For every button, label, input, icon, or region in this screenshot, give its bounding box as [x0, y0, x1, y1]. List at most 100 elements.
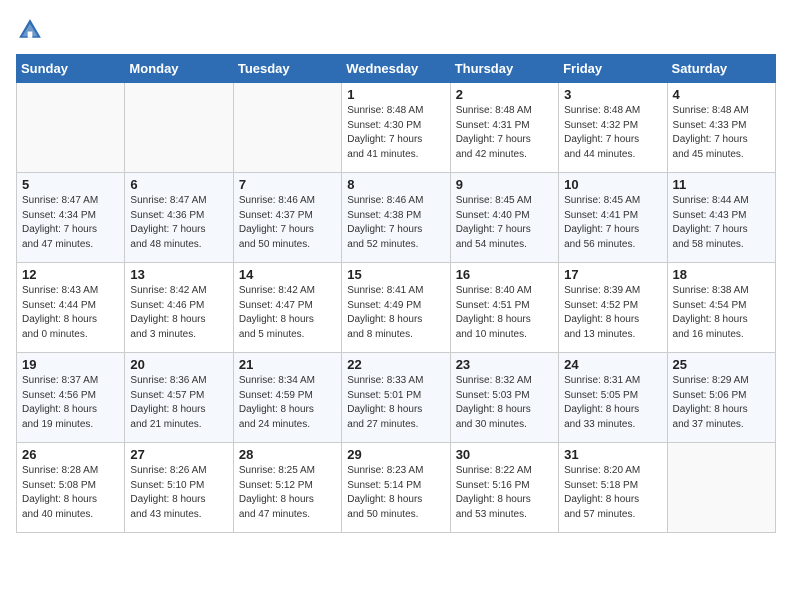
calendar-cell: 30Sunrise: 8:22 AM Sunset: 5:16 PM Dayli…: [450, 443, 558, 533]
day-number: 21: [239, 357, 336, 372]
day-info: Sunrise: 8:38 AM Sunset: 4:54 PM Dayligh…: [673, 284, 770, 342]
logo: [16, 16, 46, 44]
day-number: 18: [673, 267, 770, 282]
calendar-cell: 7 Sunrise: 8:46 AM Sunset: 4:37 PM Daylig…: [233, 173, 341, 263]
day-info: Sunrise: 8:29 AM Sunset: 5:06 PM Dayligh…: [673, 374, 770, 432]
calendar-cell: 10 Sunrise: 8:45 AM Sunset: 4:41 PM Dayli…: [559, 173, 667, 263]
day-number: 24: [564, 357, 661, 372]
calendar-cell: 27 Sunrise: 8:26 AM Sunset: 5:10 PM Dayli…: [125, 443, 233, 533]
day-number: 31: [564, 447, 661, 462]
day-number: 8: [347, 177, 444, 192]
calendar-table: SundayMondayTuesdayWednesdayThursdayFrid…: [16, 54, 776, 533]
day-info: Sunrise: 8:31 AM Sunset: 5:05 PM Dayligh…: [564, 374, 661, 432]
day-info: Sunrise: 8:20 AM Sunset: 5:18 PM Dayligh…: [564, 464, 661, 522]
day-info: Sunrise: 8:46 AM Sunset: 4:38 PM Dayligh…: [347, 194, 444, 252]
calendar-cell: 22Sunrise: 8:33 AM Sunset: 5:01 PM Dayli…: [342, 353, 450, 443]
calendar-cell: [233, 83, 341, 173]
day-number: 7: [239, 177, 336, 192]
calendar-cell: 20 Sunrise: 8:36 AM Sunset: 4:57 PM Dayli…: [125, 353, 233, 443]
day-info: Sunrise: 8:48 AM Sunset: 4:31 PM Dayligh…: [456, 104, 553, 162]
day-number: 29: [347, 447, 444, 462]
day-number: 13: [130, 267, 227, 282]
calendar-cell: 24 Sunrise: 8:31 AM Sunset: 5:05 PM Dayli…: [559, 353, 667, 443]
day-info: Sunrise: 8:46 AM Sunset: 4:37 PM Dayligh…: [239, 194, 336, 252]
day-info: Sunrise: 8:48 AM Sunset: 4:32 PM Dayligh…: [564, 104, 661, 162]
calendar-cell: 17 Sunrise: 8:39 AM Sunset: 4:52 PM Dayli…: [559, 263, 667, 353]
day-number: 22: [347, 357, 444, 372]
day-number: 5: [22, 177, 119, 192]
calendar-cell: 8 Sunrise: 8:46 AM Sunset: 4:38 PM Daylig…: [342, 173, 450, 263]
day-info: Sunrise: 8:43 AM Sunset: 4:44 PM Dayligh…: [22, 284, 119, 342]
calendar-cell: 11Sunrise: 8:44 AM Sunset: 4:43 PM Dayli…: [667, 173, 775, 263]
day-number: 16: [456, 267, 553, 282]
day-info: Sunrise: 8:48 AM Sunset: 4:33 PM Dayligh…: [673, 104, 770, 162]
calendar-cell: [17, 83, 125, 173]
day-info: Sunrise: 8:40 AM Sunset: 4:51 PM Dayligh…: [456, 284, 553, 342]
day-number: 11: [673, 177, 770, 192]
calendar-cell: 15 Sunrise: 8:41 AM Sunset: 4:49 PM Dayli…: [342, 263, 450, 353]
calendar-cell: 18 Sunrise: 8:38 AM Sunset: 4:54 PM Dayli…: [667, 263, 775, 353]
calendar-cell: 21 Sunrise: 8:34 AM Sunset: 4:59 PM Dayli…: [233, 353, 341, 443]
day-header-wednesday: Wednesday: [342, 55, 450, 83]
day-number: 9: [456, 177, 553, 192]
day-number: 14: [239, 267, 336, 282]
day-info: Sunrise: 8:25 AM Sunset: 5:12 PM Dayligh…: [239, 464, 336, 522]
calendar-cell: 5 Sunrise: 8:47 AM Sunset: 4:34 PM Daylig…: [17, 173, 125, 263]
calendar-header: SundayMondayTuesdayWednesdayThursdayFrid…: [17, 55, 776, 83]
day-number: 10: [564, 177, 661, 192]
day-info: Sunrise: 8:48 AM Sunset: 4:30 PM Dayligh…: [347, 104, 444, 162]
day-number: 30: [456, 447, 553, 462]
day-info: Sunrise: 8:32 AM Sunset: 5:03 PM Dayligh…: [456, 374, 553, 432]
calendar-cell: [667, 443, 775, 533]
day-header-friday: Friday: [559, 55, 667, 83]
calendar-cell: 31 Sunrise: 8:20 AM Sunset: 5:18 PM Dayli…: [559, 443, 667, 533]
calendar-cell: 26 Sunrise: 8:28 AM Sunset: 5:08 PM Dayli…: [17, 443, 125, 533]
day-number: 20: [130, 357, 227, 372]
day-info: Sunrise: 8:41 AM Sunset: 4:49 PM Dayligh…: [347, 284, 444, 342]
calendar-cell: 28Sunrise: 8:25 AM Sunset: 5:12 PM Dayli…: [233, 443, 341, 533]
calendar-cell: 25 Sunrise: 8:29 AM Sunset: 5:06 PM Dayli…: [667, 353, 775, 443]
calendar-cell: 14Sunrise: 8:42 AM Sunset: 4:47 PM Dayli…: [233, 263, 341, 353]
day-header-sunday: Sunday: [17, 55, 125, 83]
calendar-cell: 23 Sunrise: 8:32 AM Sunset: 5:03 PM Dayli…: [450, 353, 558, 443]
day-info: Sunrise: 8:36 AM Sunset: 4:57 PM Dayligh…: [130, 374, 227, 432]
day-number: 23: [456, 357, 553, 372]
calendar-cell: 13Sunrise: 8:42 AM Sunset: 4:46 PM Dayli…: [125, 263, 233, 353]
day-number: 25: [673, 357, 770, 372]
day-info: Sunrise: 8:34 AM Sunset: 4:59 PM Dayligh…: [239, 374, 336, 432]
page-header: [16, 16, 776, 44]
calendar-cell: 29 Sunrise: 8:23 AM Sunset: 5:14 PM Dayli…: [342, 443, 450, 533]
calendar-cell: 6 Sunrise: 8:47 AM Sunset: 4:36 PM Daylig…: [125, 173, 233, 263]
day-header-thursday: Thursday: [450, 55, 558, 83]
day-number: 6: [130, 177, 227, 192]
day-header-tuesday: Tuesday: [233, 55, 341, 83]
calendar-cell: 19 Sunrise: 8:37 AM Sunset: 4:56 PM Dayli…: [17, 353, 125, 443]
day-number: 26: [22, 447, 119, 462]
day-number: 17: [564, 267, 661, 282]
day-info: Sunrise: 8:23 AM Sunset: 5:14 PM Dayligh…: [347, 464, 444, 522]
day-info: Sunrise: 8:28 AM Sunset: 5:08 PM Dayligh…: [22, 464, 119, 522]
day-number: 1: [347, 87, 444, 102]
day-info: Sunrise: 8:26 AM Sunset: 5:10 PM Dayligh…: [130, 464, 227, 522]
day-number: 27: [130, 447, 227, 462]
calendar-body: 1 Sunrise: 8:48 AM Sunset: 4:30 PM Daylig…: [17, 83, 776, 533]
day-info: Sunrise: 8:47 AM Sunset: 4:36 PM Dayligh…: [130, 194, 227, 252]
day-number: 15: [347, 267, 444, 282]
day-info: Sunrise: 8:47 AM Sunset: 4:34 PM Dayligh…: [22, 194, 119, 252]
day-number: 12: [22, 267, 119, 282]
day-number: 2: [456, 87, 553, 102]
day-info: Sunrise: 8:45 AM Sunset: 4:40 PM Dayligh…: [456, 194, 553, 252]
calendar-cell: 4Sunrise: 8:48 AM Sunset: 4:33 PM Daylig…: [667, 83, 775, 173]
calendar-week-5: 26 Sunrise: 8:28 AM Sunset: 5:08 PM Dayli…: [17, 443, 776, 533]
day-info: Sunrise: 8:45 AM Sunset: 4:41 PM Dayligh…: [564, 194, 661, 252]
calendar-cell: 9 Sunrise: 8:45 AM Sunset: 4:40 PM Daylig…: [450, 173, 558, 263]
day-number: 19: [22, 357, 119, 372]
day-number: 3: [564, 87, 661, 102]
day-header-monday: Monday: [125, 55, 233, 83]
day-info: Sunrise: 8:39 AM Sunset: 4:52 PM Dayligh…: [564, 284, 661, 342]
calendar-cell: 2 Sunrise: 8:48 AM Sunset: 4:31 PM Daylig…: [450, 83, 558, 173]
day-info: Sunrise: 8:37 AM Sunset: 4:56 PM Dayligh…: [22, 374, 119, 432]
day-header-saturday: Saturday: [667, 55, 775, 83]
calendar-cell: 1 Sunrise: 8:48 AM Sunset: 4:30 PM Daylig…: [342, 83, 450, 173]
calendar-cell: 12 Sunrise: 8:43 AM Sunset: 4:44 PM Dayli…: [17, 263, 125, 353]
